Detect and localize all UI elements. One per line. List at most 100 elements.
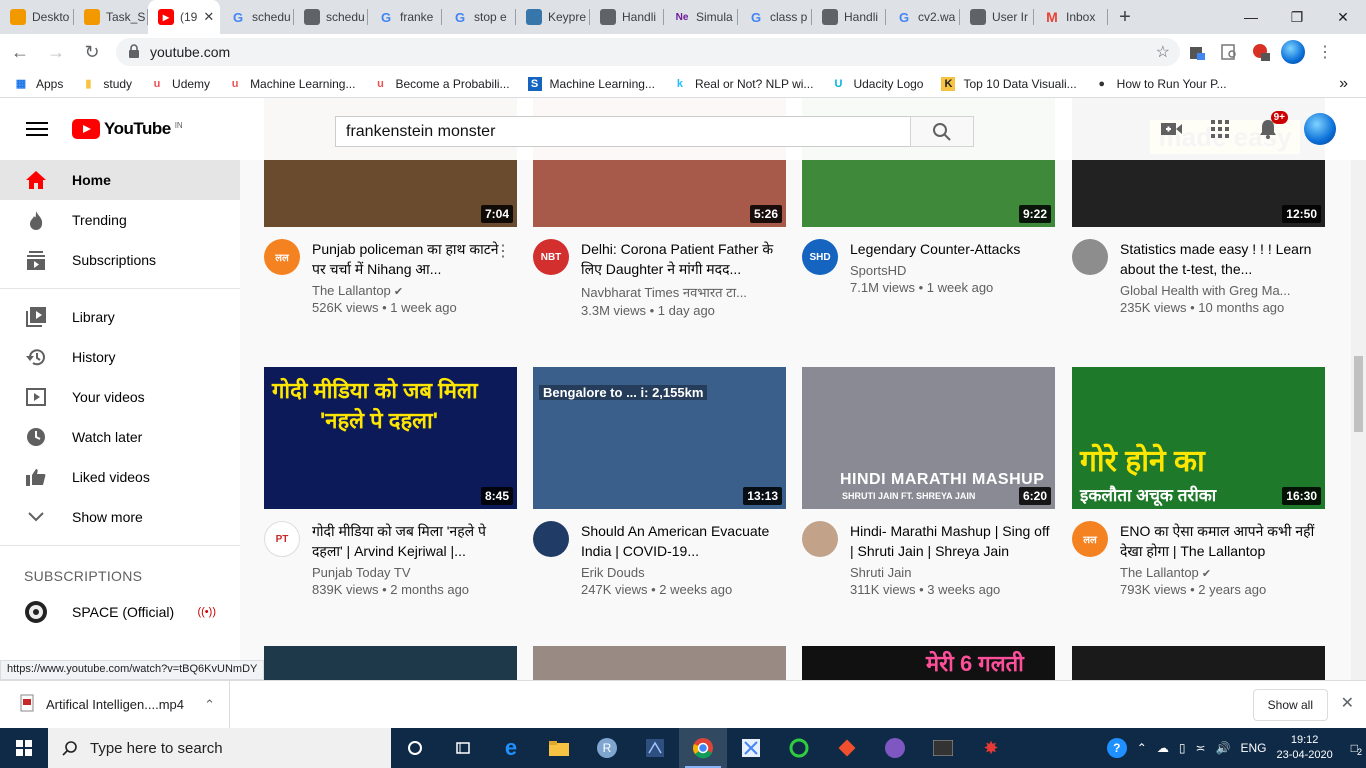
edge-browser-icon[interactable]: e [487, 728, 535, 768]
browser-tab[interactable]: schedu [294, 0, 368, 34]
account-avatar[interactable] [1304, 113, 1336, 145]
sidebar-item-library[interactable]: Library [0, 297, 240, 337]
video-title[interactable]: Statistics made easy ! ! ! Learn about t… [1120, 239, 1320, 279]
extension-icon[interactable] [1182, 37, 1212, 67]
back-button[interactable]: ← [4, 36, 36, 68]
video-thumbnail[interactable]: 8:45 गोदी मीडिया को जब मिला 'नहले पे दहला' [264, 367, 517, 509]
browser-tab[interactable]: Ne Simula [664, 0, 738, 34]
browser-tab[interactable]: Keypre [516, 0, 590, 34]
channel-avatar[interactable]: लल [264, 239, 300, 275]
reload-button[interactable]: ↻ [76, 36, 108, 68]
channel-name[interactable]: Global Health with Greg Ma... [1120, 283, 1320, 298]
minimize-button[interactable]: — [1228, 0, 1274, 34]
channel-avatar[interactable] [1072, 239, 1108, 275]
channel-avatar[interactable]: NBT [533, 239, 569, 275]
video-card[interactable]: 13:13 Bengalore to ... i: 2,155km Should A… [533, 367, 786, 597]
sidebar-item-subscriptions[interactable]: Subscriptions [0, 240, 240, 280]
battery-icon[interactable]: ▯ [1179, 741, 1186, 755]
video-title[interactable]: Hindi- Marathi Mashup | Sing off | Shrut… [850, 521, 1050, 561]
sidebar-item-show-more[interactable]: Show more [0, 497, 240, 537]
search-extension-icon[interactable] [1214, 37, 1244, 67]
bookmark-item[interactable]: S Machine Learning... [527, 76, 655, 91]
video-card[interactable]: 16:30 गोरे होने का इकलौता अचूक तरीका लल ENO … [1072, 367, 1325, 597]
browser-tab[interactable]: Gstop e [442, 0, 516, 34]
browser-tab[interactable]: User Ir [960, 0, 1034, 34]
onedrive-icon[interactable]: ☁ [1157, 741, 1169, 755]
channel-name[interactable]: Navbharat Times नवभारत टा... [581, 283, 781, 301]
bookmark-item[interactable]: U Udacity Logo [831, 77, 923, 91]
browser-tab[interactable]: ▶ (19 ✕ [148, 0, 220, 34]
browser-tab[interactable]: Handli [590, 0, 664, 34]
action-center-icon[interactable]: □ 2 [1351, 741, 1362, 757]
bookmarks-overflow-icon[interactable]: » [1339, 75, 1348, 93]
tor-app-icon[interactable] [871, 728, 919, 768]
video-thumbnail[interactable]: 13:13 Bengalore to ... i: 2,155km [533, 367, 786, 509]
channel-avatar[interactable] [802, 521, 838, 557]
timeline-icon[interactable] [439, 728, 487, 768]
video-card[interactable] [1072, 646, 1325, 680]
video-card[interactable]: 8:45 गोदी मीडिया को जब मिला 'नहले पे दहला'… [264, 367, 517, 597]
browser-tab[interactable]: Deskto [0, 0, 74, 34]
more-actions-icon[interactable]: ⋮ [495, 241, 511, 261]
menu-icon[interactable] [26, 122, 48, 136]
show-all-button[interactable]: Show all [1252, 689, 1328, 721]
video-title[interactable]: Legendary Counter-Attacks [850, 239, 1050, 259]
bookmark-item[interactable]: ● How to Run Your P... [1095, 77, 1226, 91]
restore-button[interactable]: ❐ [1274, 0, 1320, 34]
sidebar-item-liked-videos[interactable]: Liked videos [0, 457, 240, 497]
video-card[interactable] [264, 646, 517, 680]
extension-badge-icon[interactable] [1246, 37, 1276, 67]
ide-app-icon[interactable] [631, 728, 679, 768]
video-title[interactable]: गोदी मीडिया को जब मिला 'नहले पे दहला' | … [312, 521, 512, 561]
channel-name[interactable]: SportsHD [850, 263, 1050, 278]
apps-grid-icon[interactable] [1200, 109, 1240, 149]
youtube-logo[interactable]: YouTube IN [72, 119, 183, 139]
close-icon[interactable]: ✕ [1341, 693, 1354, 713]
channel-name[interactable]: Erik Douds [581, 565, 781, 580]
sidebar-item-home[interactable]: Home [0, 160, 240, 200]
close-tab-icon[interactable]: ✕ [203, 9, 214, 25]
search-input[interactable]: frankenstein monster [335, 116, 911, 147]
video-thumbnail[interactable]: 16:30 गोरे होने का इकलौता अचूक तरीका [1072, 367, 1325, 509]
channel-avatar[interactable]: PT [264, 521, 300, 557]
page-scrollbar[interactable] [1351, 160, 1366, 680]
snipping-tool-icon[interactable] [727, 728, 775, 768]
download-item[interactable]: Artifical Intelligen....mp4 ⌃ [0, 680, 230, 729]
browser-tab[interactable]: Gfranke [368, 0, 442, 34]
channel-name[interactable]: Shruti Jain [850, 565, 1050, 580]
create-video-icon[interactable] [1152, 109, 1192, 149]
wifi-icon[interactable]: ≍ [1195, 741, 1205, 755]
browser-tab[interactable]: Gclass p [738, 0, 812, 34]
language-indicator[interactable]: ENG [1240, 741, 1266, 755]
video-title[interactable]: Delhi: Corona Patient Father के लिए Daug… [581, 239, 781, 279]
channel-avatar[interactable]: लल [1072, 521, 1108, 557]
subscription-item[interactable]: SPACE (Official) ((•)) [0, 592, 240, 632]
video-title[interactable]: Should An American Evacuate India | COVI… [581, 521, 781, 561]
clock[interactable]: 19:12 23-04-2020 [1276, 733, 1332, 763]
browser-tab[interactable]: Task_S [74, 0, 148, 34]
bookmark-item[interactable]: ▦ Apps [14, 77, 64, 91]
video-thumbnail[interactable]: 6:20 HINDI MARATHI MASHUP SHRUTI JAIN FT. … [802, 367, 1055, 509]
sidebar-item-history[interactable]: History [0, 337, 240, 377]
r-studio-icon[interactable]: R [583, 728, 631, 768]
browser-tab[interactable]: Gschedu [220, 0, 294, 34]
git-app-icon[interactable] [823, 728, 871, 768]
channel-name[interactable]: Punjab Today TV [312, 565, 512, 580]
profile-avatar[interactable] [1278, 37, 1308, 67]
video-title[interactable]: Punjab policeman का हाथ काटने पर चर्चा म… [312, 239, 512, 279]
channel-avatar[interactable]: SHD [802, 239, 838, 275]
chrome-menu-icon[interactable]: ⋮ [1310, 37, 1340, 67]
bookmark-item[interactable]: u Machine Learning... [228, 77, 356, 91]
video-card[interactable]: 6:20 HINDI MARATHI MASHUP SHRUTI JAIN FT. … [802, 367, 1055, 597]
video-thumbnail[interactable] [264, 646, 517, 680]
taskbar-search-box[interactable]: Type here to search [48, 728, 391, 768]
video-thumbnail[interactable]: मेरी 6 गलती [802, 646, 1055, 680]
app-spider-icon[interactable]: ✸ [967, 728, 1015, 768]
scrollbar-thumb[interactable] [1354, 356, 1363, 432]
bookmark-star-icon[interactable]: ☆ [1156, 42, 1170, 62]
close-window-button[interactable]: ✕ [1320, 0, 1366, 34]
sidebar-item-trending[interactable]: Trending [0, 200, 240, 240]
terminal-icon[interactable] [919, 728, 967, 768]
video-card[interactable]: मेरी 6 गलती [802, 646, 1055, 680]
notifications-bell-icon[interactable]: 9+ [1248, 109, 1288, 149]
